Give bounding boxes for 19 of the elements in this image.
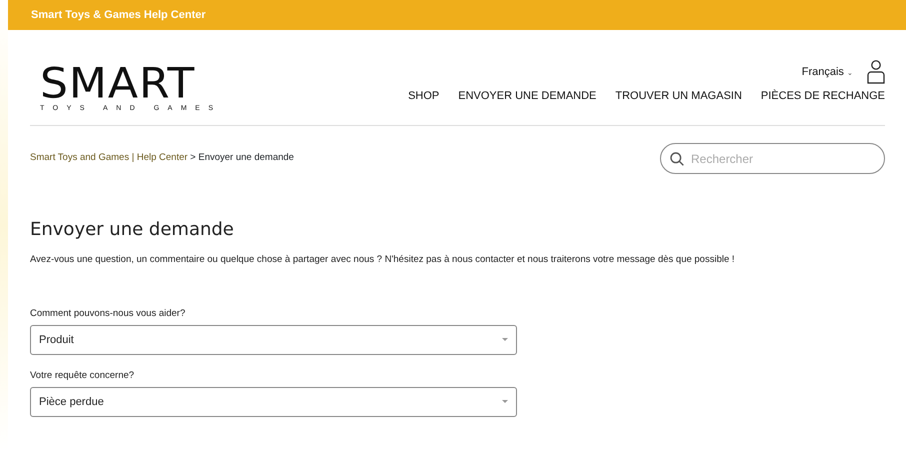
field-label: Comment pouvons-nous vous aider? bbox=[30, 306, 186, 321]
field-label: Votre requête concerne? bbox=[30, 369, 136, 384]
intro-text: Avez-vous une question, un commentaire ou quelque chose à partager avec nous ? N'hésitez pas à nous contacter et nous traiterons votre message dès que possible ! bbox=[30, 252, 736, 267]
nav-link[interactable]: ENVOYER UNE DEMANDE bbox=[458, 88, 596, 104]
nav-link[interactable]: PIÈCES DE RECHANGE bbox=[760, 88, 885, 104]
page-heading: Envoyer une demande bbox=[30, 219, 235, 241]
nav-link[interactable]: SHOP bbox=[408, 88, 440, 104]
breadcrumb-separator: > bbox=[189, 152, 197, 164]
site-title: Smart Toys & Games Help Center bbox=[31, 10, 206, 20]
breadcrumb-current: Envoyer une demande bbox=[198, 152, 294, 164]
caret-icon bbox=[502, 338, 508, 342]
nav-link[interactable]: TROUVER UN MAGASIN bbox=[615, 88, 742, 104]
select-field[interactable]: Produit bbox=[30, 325, 517, 356]
breadcrumb-link[interactable]: Smart Toys and Games | Help Center bbox=[30, 152, 188, 164]
caret-icon bbox=[502, 400, 508, 404]
user-icon[interactable] bbox=[867, 60, 885, 84]
search-icon bbox=[670, 152, 684, 166]
select-field[interactable]: Pièce perdue bbox=[30, 387, 517, 418]
search-field[interactable]: Rechercher bbox=[660, 143, 885, 174]
